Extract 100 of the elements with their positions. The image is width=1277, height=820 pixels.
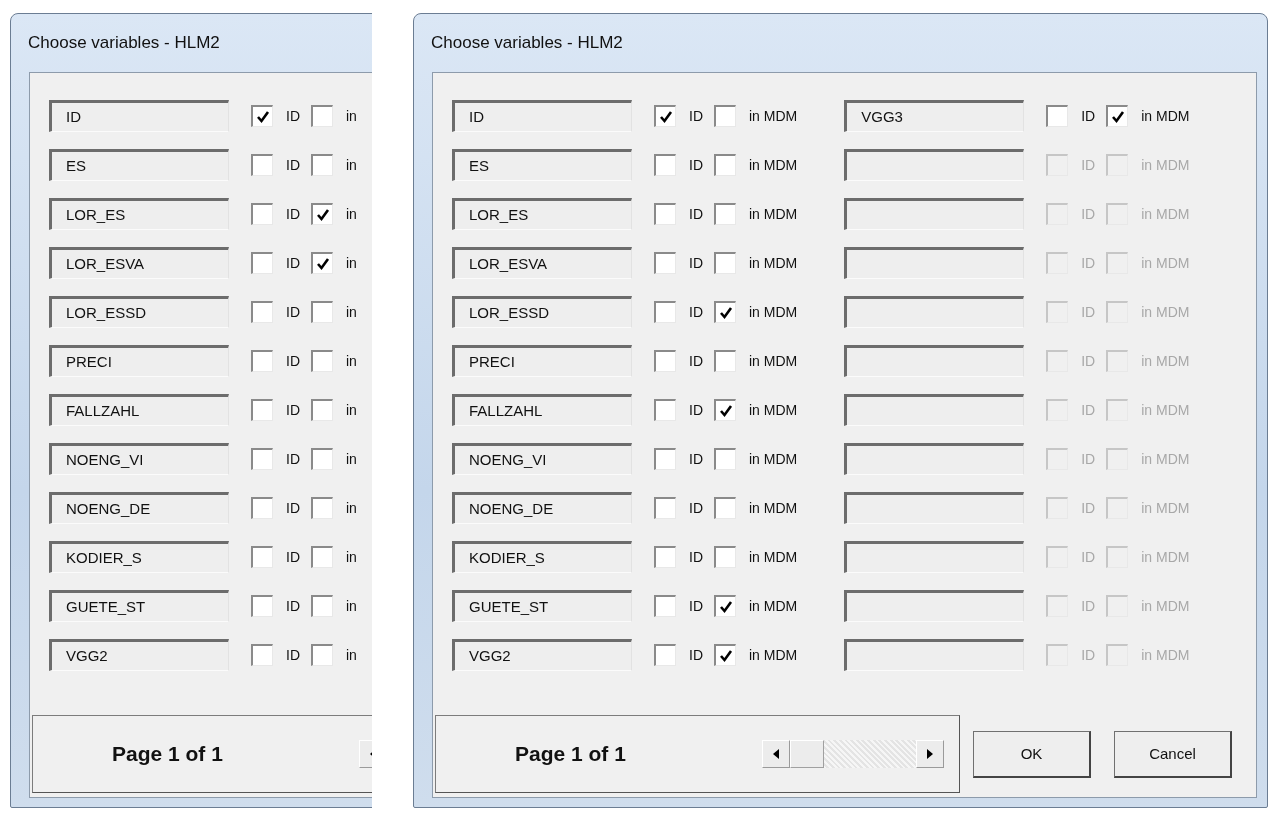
checkbox[interactable] bbox=[654, 497, 676, 519]
variable-field[interactable] bbox=[844, 149, 1025, 181]
variable-field[interactable]: ID bbox=[452, 100, 632, 132]
variable-field[interactable]: LOR_ES bbox=[452, 198, 632, 230]
variable-field[interactable] bbox=[844, 394, 1025, 426]
scrollbar-thumb[interactable] bbox=[790, 740, 824, 768]
checkbox-label: in MDM bbox=[1141, 549, 1190, 565]
variable-field[interactable]: NOENG_VI bbox=[452, 443, 632, 475]
checkbox[interactable] bbox=[654, 399, 676, 421]
checkbox[interactable] bbox=[311, 350, 333, 372]
checkbox[interactable] bbox=[311, 301, 333, 323]
checkbox[interactable] bbox=[714, 350, 736, 372]
checkbox-label: in MDM bbox=[1141, 353, 1190, 369]
variable-field[interactable]: GUETE_ST bbox=[452, 590, 632, 622]
variable-field[interactable] bbox=[844, 198, 1025, 230]
checkbox[interactable] bbox=[251, 595, 273, 617]
variable-field[interactable]: LOR_ESVA bbox=[49, 247, 229, 279]
checkbox[interactable] bbox=[654, 546, 676, 568]
checkbox[interactable] bbox=[714, 644, 736, 666]
variable-field[interactable] bbox=[844, 590, 1025, 622]
variable-field[interactable]: ES bbox=[49, 149, 229, 181]
variable-field[interactable] bbox=[844, 296, 1025, 328]
checkbox-label: ID bbox=[286, 108, 300, 124]
checkbox[interactable] bbox=[654, 203, 676, 225]
variable-field[interactable] bbox=[844, 639, 1025, 671]
checkbox[interactable] bbox=[311, 448, 333, 470]
checkbox[interactable] bbox=[251, 644, 273, 666]
variable-field[interactable] bbox=[844, 345, 1025, 377]
variable-field[interactable]: LOR_ESSD bbox=[49, 296, 229, 328]
arrow-right-icon bbox=[927, 749, 933, 759]
checkbox[interactable] bbox=[311, 546, 333, 568]
variable-field[interactable]: LOR_ESVA bbox=[452, 247, 632, 279]
variable-field[interactable]: PRECI bbox=[452, 345, 632, 377]
checkbox[interactable] bbox=[251, 399, 273, 421]
checkbox[interactable] bbox=[714, 301, 736, 323]
checkbox[interactable] bbox=[654, 154, 676, 176]
checkbox[interactable] bbox=[714, 105, 736, 127]
variable-field[interactable]: FALLZAHL bbox=[49, 394, 229, 426]
checkbox[interactable] bbox=[654, 595, 676, 617]
checkbox[interactable] bbox=[311, 252, 333, 274]
checkbox[interactable] bbox=[654, 644, 676, 666]
checkbox[interactable] bbox=[654, 301, 676, 323]
checkbox[interactable] bbox=[714, 497, 736, 519]
checkbox[interactable] bbox=[251, 546, 273, 568]
variable-field[interactable]: PRECI bbox=[49, 345, 229, 377]
checkbox[interactable] bbox=[714, 546, 736, 568]
checkbox[interactable] bbox=[311, 399, 333, 421]
checkbox[interactable] bbox=[654, 350, 676, 372]
checkbox[interactable] bbox=[714, 203, 736, 225]
variable-field[interactable]: NOENG_DE bbox=[49, 492, 229, 524]
checkbox[interactable] bbox=[311, 595, 333, 617]
checkbox[interactable] bbox=[251, 252, 273, 274]
checkbox[interactable] bbox=[654, 252, 676, 274]
variable-field[interactable] bbox=[844, 443, 1025, 475]
variable-field[interactable]: FALLZAHL bbox=[452, 394, 632, 426]
window-title: Choose variables - HLM2 bbox=[431, 33, 623, 53]
variable-field[interactable]: ID bbox=[49, 100, 229, 132]
checkbox-label: in MDM bbox=[1141, 500, 1190, 516]
variable-field[interactable]: VGG3 bbox=[844, 100, 1025, 132]
variable-field[interactable]: LOR_ES bbox=[49, 198, 229, 230]
checkbox[interactable] bbox=[714, 595, 736, 617]
checkbox-label: in bbox=[346, 157, 357, 173]
variable-field[interactable]: NOENG_VI bbox=[49, 443, 229, 475]
checkbox[interactable] bbox=[251, 154, 273, 176]
checkbox[interactable] bbox=[1046, 105, 1069, 127]
checkbox[interactable] bbox=[251, 301, 273, 323]
dialog-button[interactable]: Cancel bbox=[1114, 730, 1232, 778]
checkbox[interactable] bbox=[251, 448, 273, 470]
checkbox[interactable] bbox=[714, 154, 736, 176]
checkbox[interactable] bbox=[714, 252, 736, 274]
checkbox-label: in MDM bbox=[749, 451, 798, 467]
variable-field[interactable]: GUETE_ST bbox=[49, 590, 229, 622]
variable-field[interactable]: VGG2 bbox=[452, 639, 632, 671]
checkbox[interactable] bbox=[311, 203, 333, 225]
variable-field[interactable]: LOR_ESSD bbox=[452, 296, 632, 328]
variable-field[interactable] bbox=[844, 541, 1025, 573]
checkbox[interactable] bbox=[311, 105, 333, 127]
variable-field[interactable]: KODIER_S bbox=[452, 541, 632, 573]
checkbox[interactable] bbox=[1106, 105, 1129, 127]
checkbox[interactable] bbox=[714, 448, 736, 470]
checkbox[interactable] bbox=[714, 399, 736, 421]
checkbox[interactable] bbox=[251, 497, 273, 519]
variable-field[interactable]: KODIER_S bbox=[49, 541, 229, 573]
checkbox[interactable] bbox=[311, 644, 333, 666]
variable-field[interactable]: ES bbox=[452, 149, 632, 181]
checkbox[interactable] bbox=[251, 105, 273, 127]
dialog-button[interactable]: OK bbox=[973, 730, 1091, 778]
checkbox[interactable] bbox=[251, 203, 273, 225]
checkbox[interactable] bbox=[654, 448, 676, 470]
variable-field[interactable]: VGG2 bbox=[49, 639, 229, 671]
scroll-right-button[interactable] bbox=[916, 740, 944, 768]
variable-field[interactable] bbox=[844, 492, 1025, 524]
scroll-left-button[interactable] bbox=[762, 740, 790, 768]
checkbox-label: in MDM bbox=[1141, 451, 1190, 467]
variable-field[interactable]: NOENG_DE bbox=[452, 492, 632, 524]
variable-field[interactable] bbox=[844, 247, 1025, 279]
checkbox[interactable] bbox=[311, 154, 333, 176]
checkbox[interactable] bbox=[654, 105, 676, 127]
checkbox[interactable] bbox=[251, 350, 273, 372]
checkbox[interactable] bbox=[311, 497, 333, 519]
